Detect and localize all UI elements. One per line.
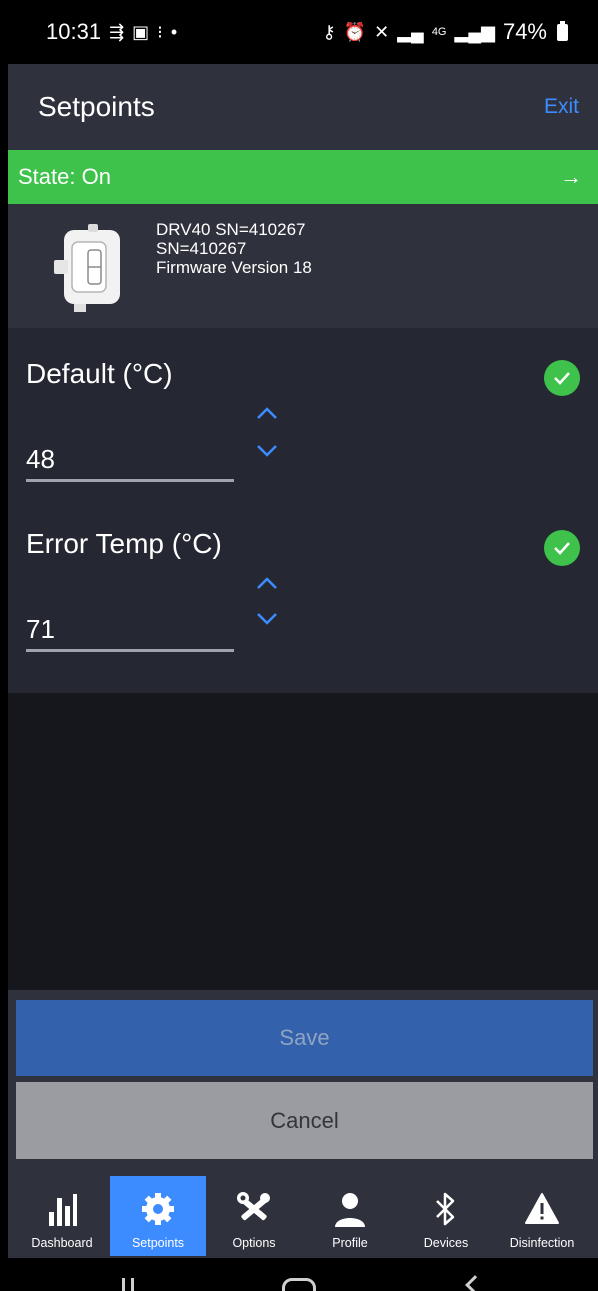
empty-area <box>8 693 598 990</box>
setpoint-input[interactable]: 48 <box>26 444 234 482</box>
signal-icon: ▂▄▆ <box>454 21 495 42</box>
setpoint-label: Error Temp (°C) <box>26 528 222 559</box>
device-details: DRV40 SN=410267 SN=410267 Firmware Versi… <box>156 220 312 277</box>
tab-label: Profile <box>332 1236 368 1250</box>
setpoint-default: Default (°C) 48 <box>26 358 580 488</box>
tab-options[interactable]: Options <box>206 1176 302 1256</box>
device-info-panel: DRV40 SN=410267 SN=410267 Firmware Versi… <box>8 204 598 328</box>
tab-label: Options <box>232 1236 276 1250</box>
bottom-tab-bar: Dashboard Setpoints Options Profile Devi… <box>8 1170 598 1266</box>
tab-dashboard[interactable]: Dashboard <box>14 1176 110 1256</box>
gear-icon <box>140 1188 176 1230</box>
dot-icon: • <box>170 21 178 42</box>
action-buttons: Save Cancel <box>8 990 598 1170</box>
mute-icon: ✕ <box>374 21 390 42</box>
chevron-down-icon[interactable] <box>252 604 282 634</box>
clock: 10:31 <box>46 19 102 44</box>
tab-profile[interactable]: Profile <box>302 1176 398 1256</box>
signal-icon: ▂▄ <box>397 21 424 42</box>
cancel-button[interactable]: Cancel <box>16 1082 593 1159</box>
chevron-up-icon[interactable] <box>252 568 282 598</box>
arrow-right-icon: → <box>560 164 582 189</box>
recents-icon[interactable] <box>122 1278 144 1291</box>
tab-label: Dashboard <box>31 1236 93 1250</box>
battery-percent: 74% <box>502 19 547 44</box>
home-icon[interactable] <box>282 1278 316 1291</box>
network-type: 4G <box>431 26 447 38</box>
tab-disinfection[interactable]: Disinfection <box>494 1176 590 1256</box>
person-icon <box>333 1188 367 1230</box>
steps-icon: ⁝ <box>157 21 163 42</box>
tab-label: Setpoints <box>131 1236 185 1250</box>
state-bar[interactable]: State: On → <box>8 150 598 204</box>
title-bar: Setpoints Exit <box>8 64 598 150</box>
state-label: State: On <box>18 164 111 189</box>
page-title: Setpoints <box>38 91 155 122</box>
chevron-up-icon[interactable] <box>252 398 282 428</box>
device-name: DRV40 SN=410267 <box>156 220 306 239</box>
bar-chart-icon <box>47 1188 77 1230</box>
exit-button[interactable]: Exit <box>544 95 579 119</box>
tools-icon <box>235 1188 273 1230</box>
back-icon[interactable] <box>465 1275 485 1291</box>
app-screen: Setpoints Exit State: On → DRV40 SN=4102… <box>8 64 598 1266</box>
tab-setpoints[interactable]: Setpoints <box>110 1176 206 1256</box>
device-firmware: Firmware Version 18 <box>156 258 312 277</box>
device-serial: SN=410267 <box>156 239 247 258</box>
chevron-down-icon[interactable] <box>252 436 282 466</box>
setpoints-form: Default (°C) 48 Error Temp (°C) 71 <box>8 328 598 693</box>
battery-icon <box>557 20 568 41</box>
alarm-icon: ⏰ <box>343 21 367 42</box>
warning-icon <box>524 1188 560 1230</box>
usb-icon: ⇶ <box>109 21 125 42</box>
check-icon <box>544 360 580 396</box>
bluetooth-icon <box>434 1188 458 1230</box>
status-bar: 10:31 ⇶ ▣ ⁝ • ⚷ ⏰ ✕ ▂▄ 4G ▂▄▆ 74% <box>0 0 598 64</box>
image-icon: ▣ <box>132 21 150 42</box>
system-nav-bar <box>0 1258 598 1291</box>
tab-label: Disinfection <box>509 1236 575 1250</box>
vpn-key-icon: ⚷ <box>322 21 336 42</box>
device-image <box>28 220 148 316</box>
check-icon <box>544 530 580 566</box>
setpoint-error-temp: Error Temp (°C) 71 <box>26 528 580 658</box>
tab-devices[interactable]: Devices <box>398 1176 494 1256</box>
setpoint-input[interactable]: 71 <box>26 614 234 652</box>
save-button[interactable]: Save <box>16 1000 593 1076</box>
setpoint-label: Default (°C) <box>26 358 173 389</box>
tab-label: Devices <box>423 1236 469 1250</box>
